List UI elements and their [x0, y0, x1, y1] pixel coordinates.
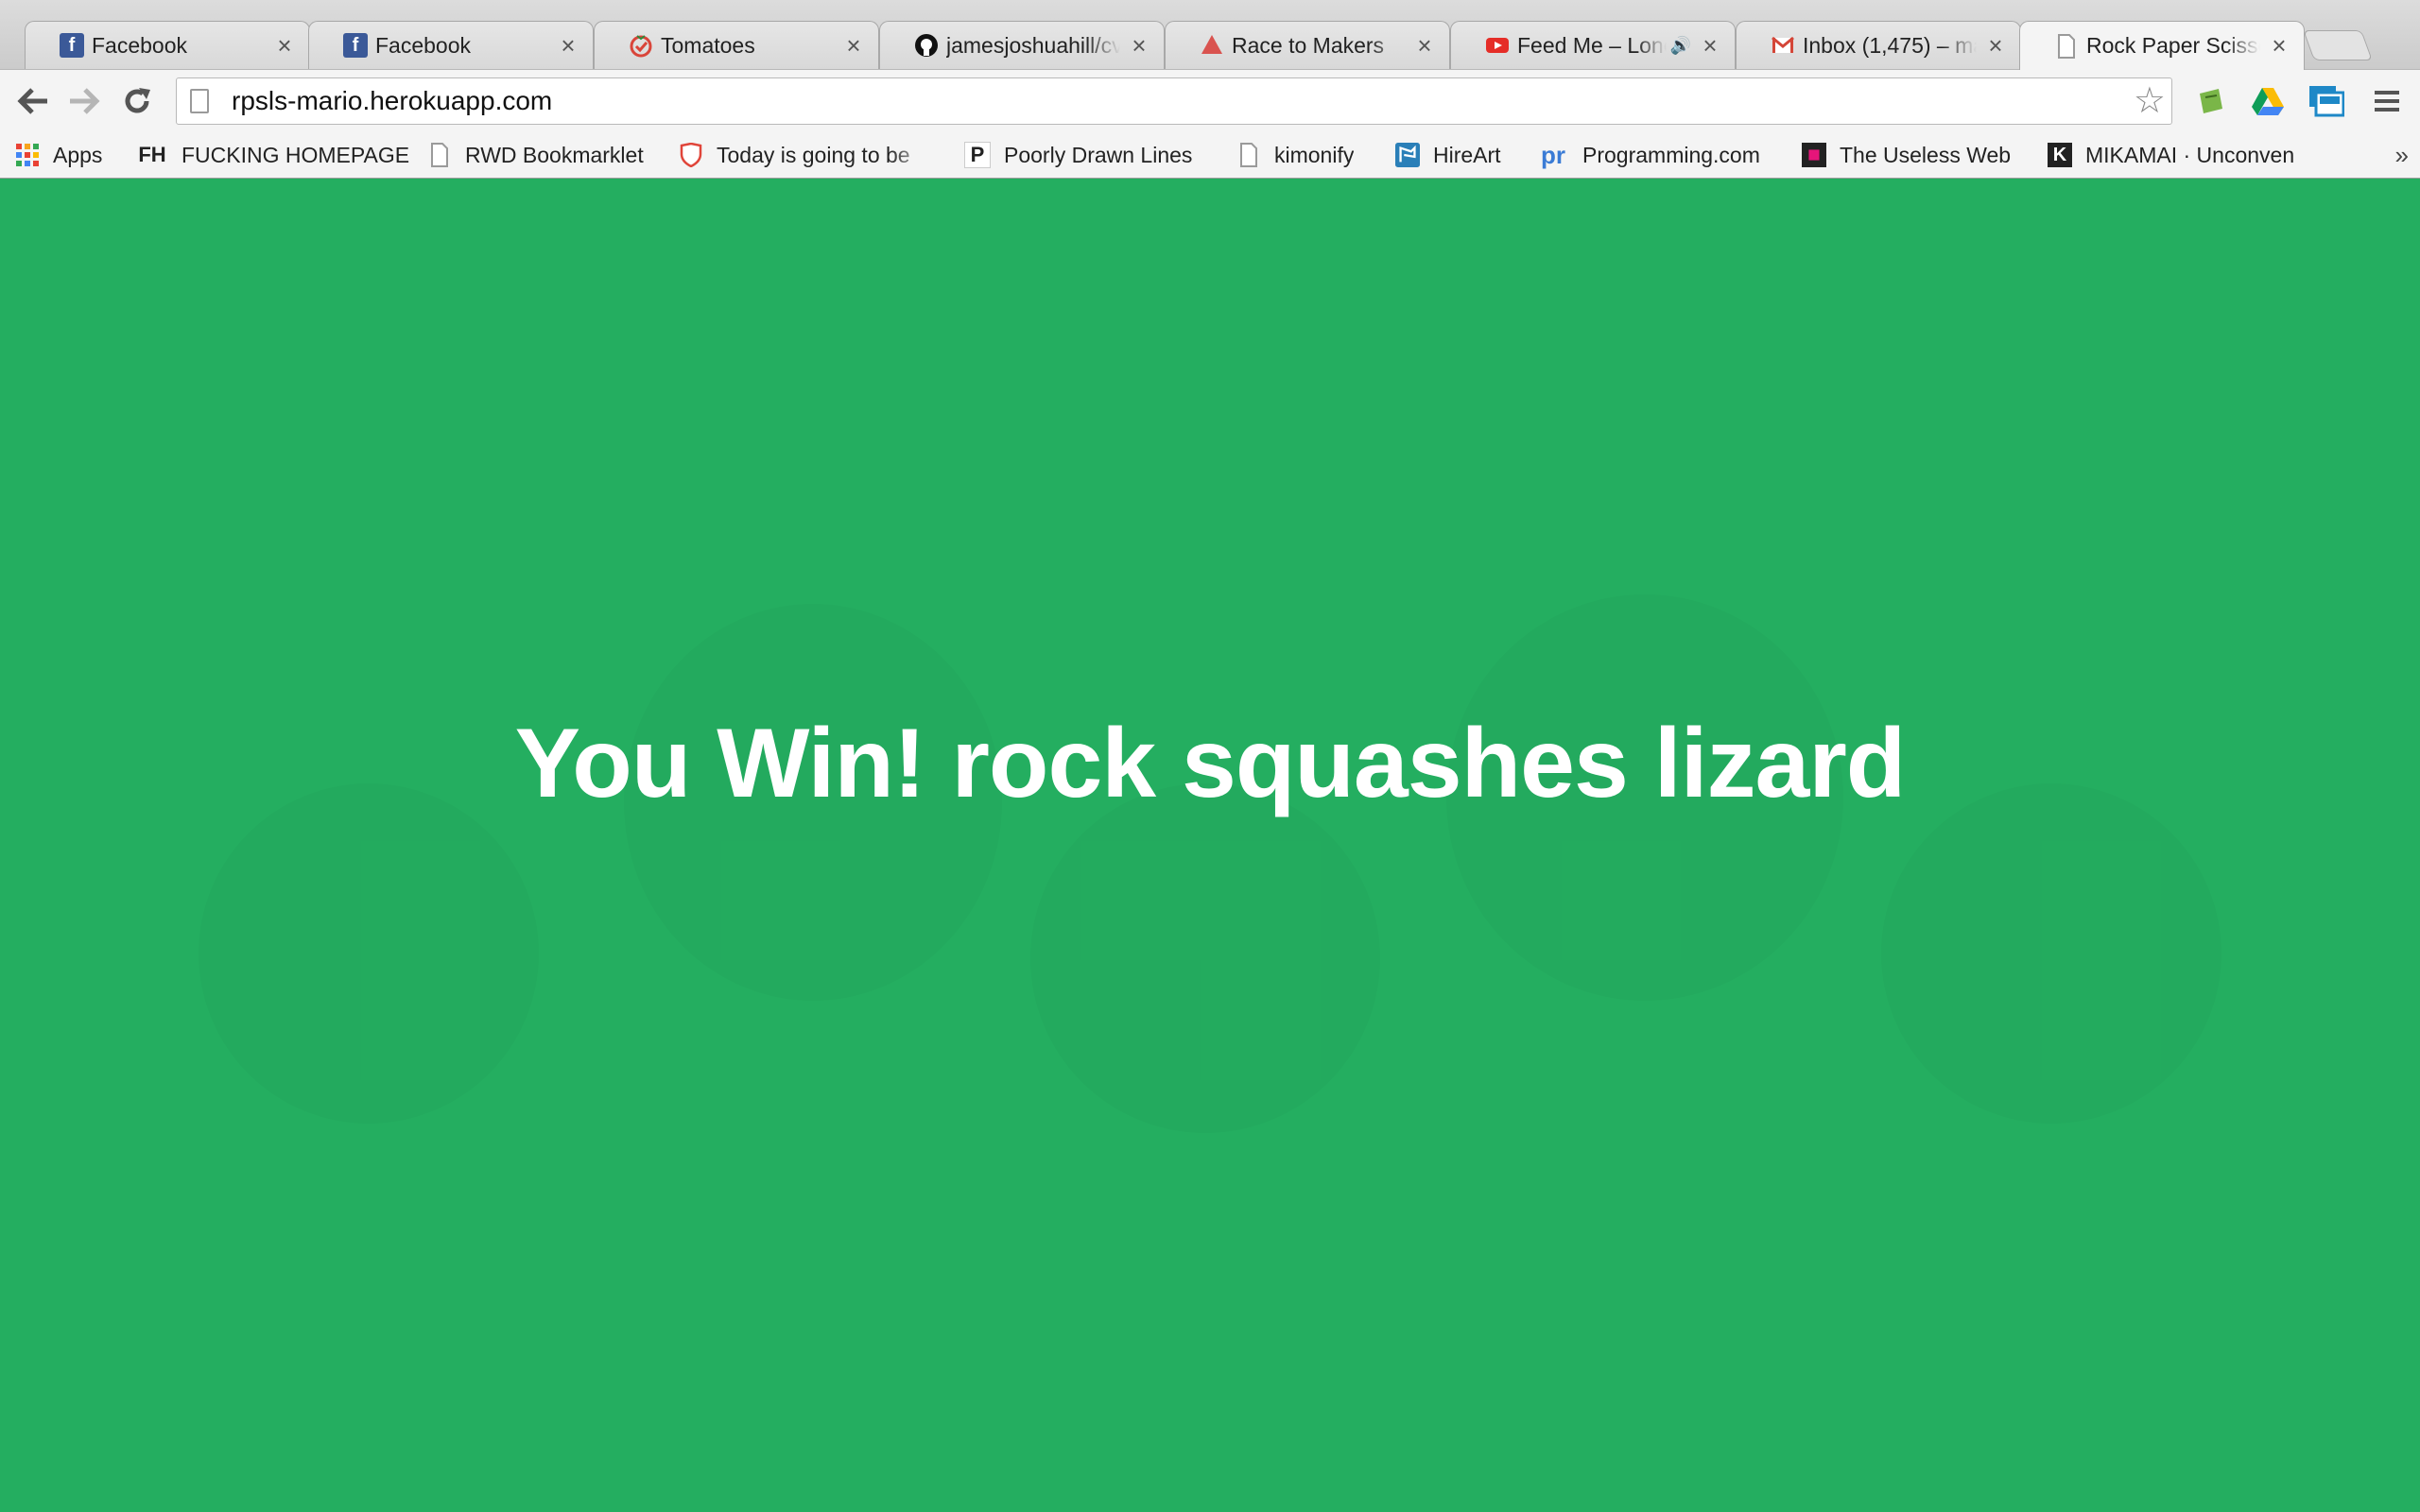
- facebook-icon: f: [343, 33, 368, 58]
- gmail-icon: [1771, 33, 1795, 58]
- bookmark-label: FUCKING HOMEPAGE: [182, 142, 410, 167]
- tab-facebook-2[interactable]: f Facebook ×: [308, 21, 594, 69]
- url-input[interactable]: [230, 85, 2030, 117]
- hireart-icon: [1395, 143, 1420, 167]
- forward-arrow-icon: [70, 88, 100, 114]
- bookmark-label: Apps: [53, 142, 103, 167]
- tab-strip: f Facebook × f Facebook × Tomatoes × jam…: [0, 0, 2420, 70]
- page-icon: [1236, 143, 1261, 167]
- bookmark-label: Programming.com: [1582, 142, 1760, 167]
- tab-facebook-1[interactable]: f Facebook ×: [25, 21, 310, 69]
- close-icon[interactable]: ×: [1411, 31, 1438, 60]
- forward-button[interactable]: [62, 79, 106, 123]
- bookmark-label: The Useless Web: [1840, 142, 2012, 167]
- page-content: You Win! rock squashes lizard: [0, 179, 2420, 1512]
- game-result-heading: You Win! rock squashes lizard: [514, 709, 1907, 818]
- tab-label: jamesjoshuahill/cv: [946, 32, 1120, 58]
- tab-rock-paper-scissors[interactable]: Rock Paper Scissors ×: [2019, 21, 2305, 70]
- chevron-right-icon[interactable]: »: [2395, 141, 2409, 170]
- back-button[interactable]: [11, 79, 55, 123]
- bookmark-label: RWD Bookmarklet: [465, 142, 644, 167]
- bookmark-today-is-going-to-be[interactable]: Today is going to be: [679, 133, 932, 177]
- facebook-icon: f: [60, 33, 84, 58]
- bookmark-mikamai[interactable]: K MIKAMAI · Unconven: [2048, 133, 2342, 177]
- tomato-timer-icon: [629, 33, 653, 58]
- apps-grid-icon: [15, 143, 40, 167]
- tab-tomatoes[interactable]: Tomatoes ×: [594, 21, 879, 69]
- menu-icon[interactable]: [2369, 83, 2405, 119]
- reload-icon: [125, 88, 150, 113]
- toolbar: ☆: [0, 69, 2420, 134]
- background-decoration: [1030, 783, 1380, 1133]
- bookmark-hireart[interactable]: HireArt: [1395, 133, 1501, 177]
- tab-label: Inbox (1,475) – ma: [1803, 32, 1977, 58]
- page-icon: [2054, 33, 2079, 59]
- bookmark-label: kimonify: [1274, 142, 1355, 167]
- background-decoration: [1881, 783, 2221, 1124]
- close-icon[interactable]: ×: [840, 31, 867, 60]
- bookmarks-bar: Apps FH FUCKING HOMEPAGE RWD Bookmarklet…: [0, 133, 2420, 179]
- useless-web-icon: [1802, 143, 1826, 167]
- bookmark-label: MIKAMAI · Unconven: [2085, 142, 2295, 167]
- reload-button[interactable]: [115, 79, 159, 123]
- tab-label: Tomatoes: [661, 32, 755, 58]
- bookmark-rwd-bookmarklet[interactable]: RWD Bookmarklet: [427, 133, 644, 177]
- tab-label: Race to Makers: [1232, 32, 1385, 58]
- tab-label: Facebook: [375, 32, 472, 58]
- k-icon: K: [2048, 143, 2072, 167]
- close-icon[interactable]: ×: [2266, 31, 2292, 60]
- background-decoration: [199, 783, 539, 1124]
- bookmark-the-useless-web[interactable]: The Useless Web: [1802, 133, 2011, 177]
- new-tab-button[interactable]: [2303, 30, 2373, 60]
- pr-icon: pr: [1541, 140, 1565, 169]
- bookmark-fucking-homepage[interactable]: FH FUCKING HOMEPAGE: [136, 133, 409, 177]
- close-icon[interactable]: ×: [1982, 31, 2009, 60]
- makers-icon: [1200, 33, 1224, 58]
- bookmark-label: Today is going to be: [717, 142, 910, 167]
- tab-github[interactable]: jamesjoshuahill/cv ×: [879, 21, 1165, 69]
- tab-youtube[interactable]: Feed Me – Lone 🔊 ×: [1450, 21, 1736, 69]
- back-arrow-icon: [17, 88, 47, 114]
- bookmark-label: HireArt: [1433, 142, 1501, 167]
- evernote-extension-icon[interactable]: [2193, 83, 2229, 119]
- tab-label: Rock Paper Scissors: [2086, 33, 2260, 58]
- bookmark-label: Poorly Drawn Lines: [1004, 142, 1193, 167]
- shield-icon: [679, 143, 703, 167]
- p-icon: P: [964, 142, 991, 168]
- close-icon[interactable]: ×: [555, 31, 581, 60]
- tab-gmail[interactable]: Inbox (1,475) – ma ×: [1736, 21, 2021, 69]
- speaker-icon: 🔊: [1669, 35, 1691, 55]
- github-icon: [914, 33, 939, 58]
- tab-label: Feed Me – Lone: [1517, 32, 1667, 58]
- page-icon: [427, 143, 452, 167]
- page-icon: [190, 89, 209, 113]
- bookmark-kimonify[interactable]: kimonify: [1236, 133, 1354, 177]
- address-bar[interactable]: ☆: [176, 77, 2172, 125]
- bookmark-programming-com[interactable]: pr Programming.com: [1537, 133, 1760, 177]
- fh-icon: FH: [138, 143, 166, 166]
- tab-race-to-makers[interactable]: Race to Makers ×: [1165, 21, 1450, 69]
- close-icon[interactable]: ×: [271, 31, 298, 60]
- youtube-icon: [1485, 33, 1510, 58]
- star-icon[interactable]: ☆: [2134, 82, 2166, 120]
- tab-label: Facebook: [92, 32, 188, 58]
- bookmark-poorly-drawn-lines[interactable]: P Poorly Drawn Lines: [964, 133, 1192, 177]
- browser-chrome: f Facebook × f Facebook × Tomatoes × jam…: [0, 0, 2420, 179]
- bookmark-apps[interactable]: Apps: [15, 133, 102, 177]
- close-icon[interactable]: ×: [1697, 31, 1723, 60]
- close-icon[interactable]: ×: [1126, 31, 1152, 60]
- screenshot-extension-icon[interactable]: [2308, 83, 2344, 119]
- google-drive-icon[interactable]: [2250, 83, 2286, 119]
